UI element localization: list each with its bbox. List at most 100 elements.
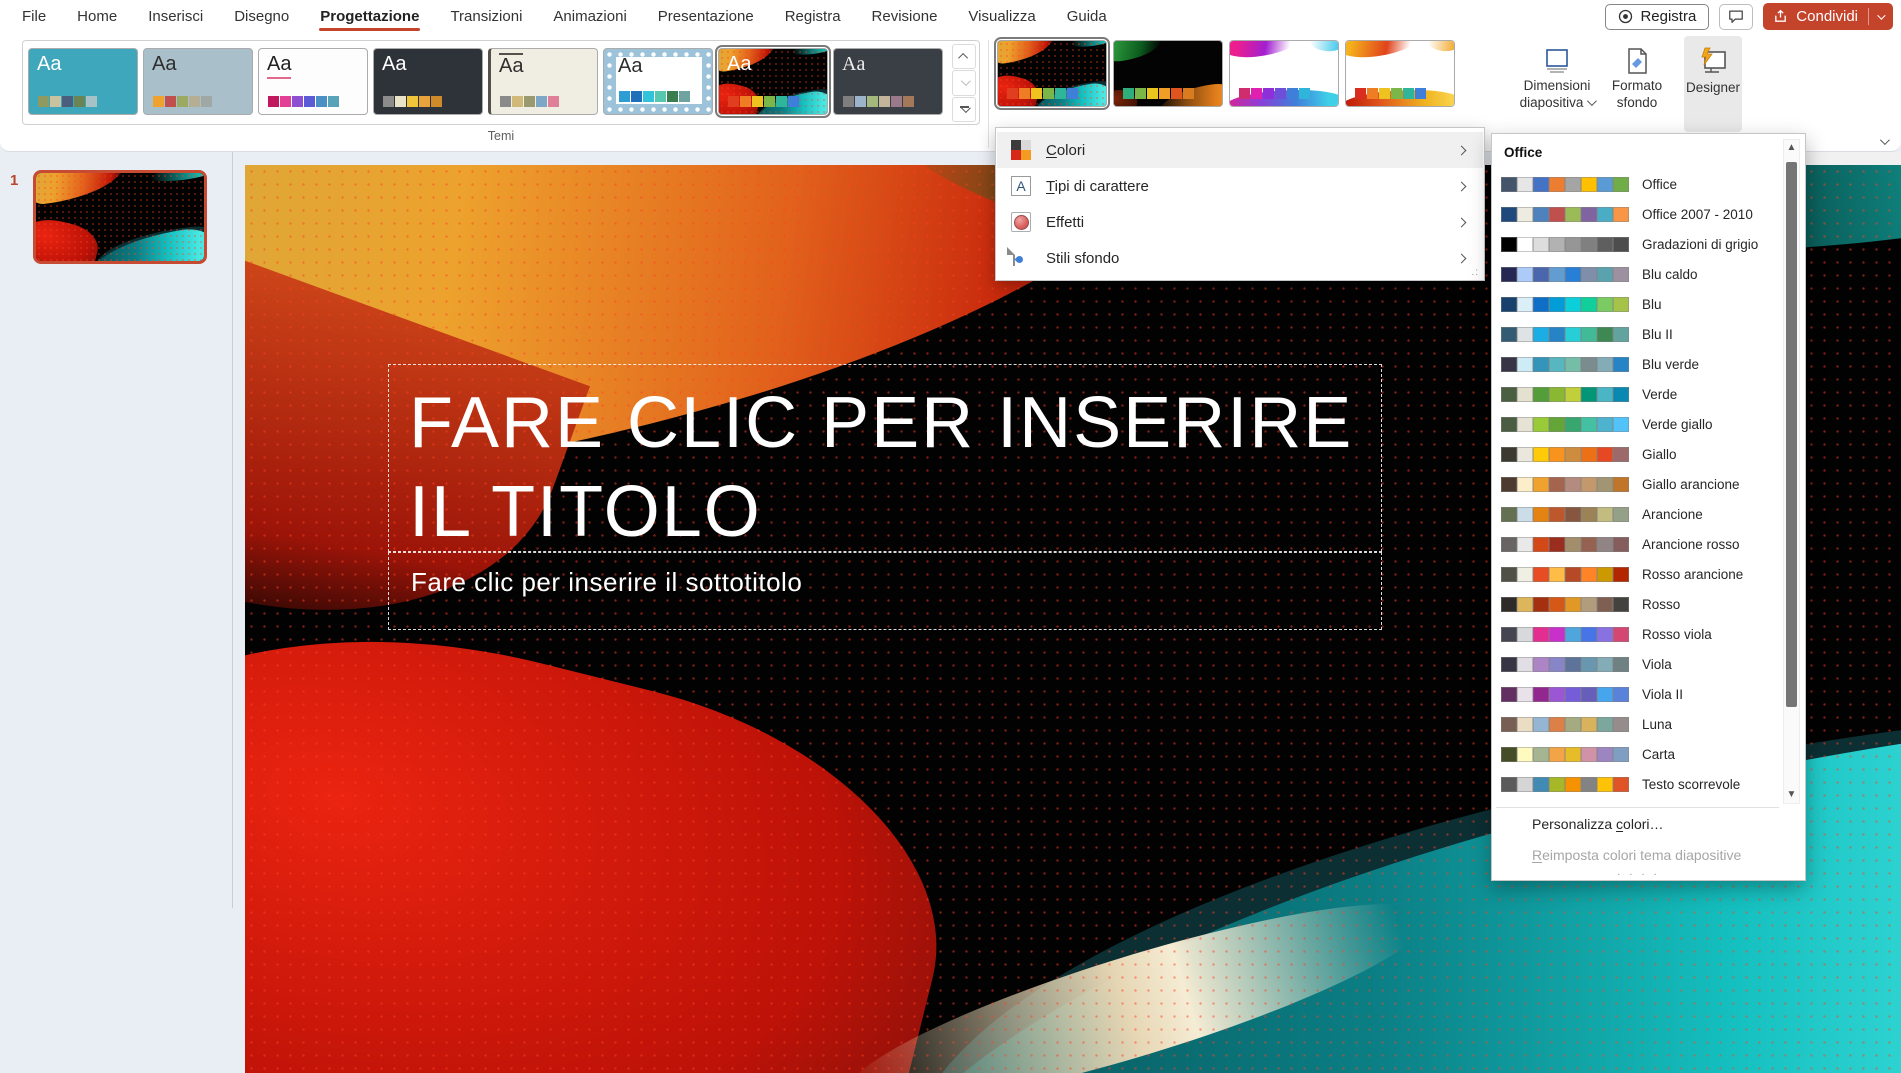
collapse-ribbon-chevron-icon[interactable] — [1880, 135, 1890, 145]
formato-sfondo-button[interactable]: Formato sfondo — [1606, 36, 1668, 132]
color-schemes-header: Office — [1504, 145, 1542, 160]
scheme-luna[interactable]: Luna — [1496, 709, 1772, 739]
tab-registra[interactable]: Registra — [784, 1, 842, 32]
variant-thumbnail-1-selected[interactable] — [997, 40, 1107, 107]
menu-bar: File Home Inserisci Disegno Progettazion… — [0, 0, 1901, 33]
condividi-button[interactable]: Condividi — [1763, 3, 1893, 30]
tab-file[interactable]: File — [21, 1, 47, 32]
themes-gallery: Aa Aa Aa Aa Aa Aa — [22, 40, 980, 125]
theme-swatches — [500, 96, 559, 107]
formato-label-1: Formato — [1612, 78, 1662, 93]
theme-aa: Aa — [499, 53, 523, 78]
title-placeholder[interactable]: FARE CLIC PER INSERIRE IL TITOLO — [388, 364, 1382, 552]
designer-button[interactable]: Designer — [1684, 36, 1742, 132]
tab-home[interactable]: Home — [76, 1, 118, 32]
theme-aa: Aa — [267, 53, 291, 79]
scheme-viola[interactable]: Viola — [1496, 649, 1772, 679]
scheme-testo-scorrevole[interactable]: Testo scorrevole — [1496, 769, 1772, 799]
theme-thumbnail-4[interactable]: Aa — [373, 48, 483, 115]
submenu-scrollbar[interactable]: ▲ ▼ — [1783, 139, 1800, 804]
dimensioni-diapositiva-button[interactable]: Dimensioni diapositiva — [1513, 36, 1601, 132]
menu-tabs: File Home Inserisci Disegno Progettazion… — [21, 0, 1108, 33]
theme-thumbnail-3[interactable]: Aa — [258, 48, 368, 115]
scheme-giallo[interactable]: Giallo — [1496, 439, 1772, 469]
tab-progettazione-active[interactable]: Progettazione — [319, 1, 420, 32]
temi-group-label: Temi — [22, 129, 980, 143]
variant-thumbnail-4[interactable] — [1345, 40, 1455, 107]
scheme-blu[interactable]: Blu — [1496, 289, 1772, 319]
scheme-rosso-arancione[interactable]: Rosso arancione — [1496, 559, 1772, 589]
slide-1-thumbnail[interactable] — [33, 170, 207, 264]
submenu-resize-handle[interactable]: . . . . — [1492, 866, 1785, 878]
scroll-down-arrow-icon[interactable]: ▼ — [1784, 787, 1799, 803]
theme-thumbnail-1[interactable]: Aa — [28, 48, 138, 115]
theme-thumbnail-6[interactable]: Aa — [603, 48, 713, 115]
record-icon — [1618, 9, 1633, 24]
theme-thumbnail-5[interactable]: Aa — [488, 48, 598, 115]
scheme-arancione-rosso[interactable]: Arancione rosso — [1496, 529, 1772, 559]
submenu-chevron-icon — [1457, 217, 1467, 227]
slide-number: 1 — [10, 172, 18, 189]
scheme-gradazioni-di-grigio[interactable]: Gradazioni di grigio — [1496, 229, 1772, 259]
registra-button[interactable]: Registra — [1605, 4, 1709, 30]
menu-item-tipi-di-carattere[interactable]: A Tipi di carattere — [997, 168, 1483, 204]
comments-button[interactable] — [1719, 4, 1753, 30]
gallery-scroll-up-button[interactable] — [952, 44, 976, 69]
personalizza-colori-item[interactable]: Personalizza colori… — [1532, 816, 1664, 832]
theme-thumbnail-7-selected[interactable]: Aa — [718, 48, 828, 115]
share-chevron-icon[interactable] — [1877, 11, 1885, 19]
design-variants-context-menu: Colori A Tipi di carattere Effetti Stili… — [995, 127, 1485, 281]
scheme-giallo-arancione[interactable]: Giallo arancione — [1496, 469, 1772, 499]
theme-aa: Aa — [37, 53, 61, 76]
menu-item-colori[interactable]: Colori — [997, 132, 1483, 168]
format-background-icon — [1623, 46, 1651, 76]
menu-item-stili-sfondo[interactable]: Stili sfondo — [997, 240, 1483, 276]
menu-resize-handle[interactable]: .: — [1471, 267, 1479, 278]
scrollbar-thumb[interactable] — [1786, 162, 1797, 707]
scheme-arancione[interactable]: Arancione — [1496, 499, 1772, 529]
designer-icon — [1697, 46, 1729, 78]
scheme-rosso-viola[interactable]: Rosso viola — [1496, 619, 1772, 649]
scheme-blu-verde[interactable]: Blu verde — [1496, 349, 1772, 379]
submenu-chevron-icon — [1457, 181, 1467, 191]
ribbon-divider — [988, 40, 989, 148]
gallery-more-button[interactable] — [952, 97, 976, 122]
variant-thumbnail-2[interactable] — [1113, 40, 1223, 107]
menu-item-effetti[interactable]: Effetti — [997, 204, 1483, 240]
scheme-verde[interactable]: Verde — [1496, 379, 1772, 409]
scheme-rosso[interactable]: Rosso — [1496, 589, 1772, 619]
menu-bar-right: Registra Condividi — [1605, 3, 1893, 30]
tab-transizioni[interactable]: Transizioni — [449, 1, 523, 32]
tab-guida[interactable]: Guida — [1066, 1, 1108, 32]
theme-thumbnail-8[interactable]: Aa — [833, 48, 943, 115]
subtitle-placeholder[interactable]: Fare clic per inserire il sottotitolo — [388, 552, 1382, 630]
chevron-up-icon — [958, 53, 968, 63]
color-schemes-submenu: Office Office Office 2007 - 2010 Gradazi… — [1491, 133, 1806, 881]
theme-aa: Aa — [382, 53, 406, 76]
theme-swatches — [383, 96, 442, 107]
scheme-verde-giallo[interactable]: Verde giallo — [1496, 409, 1772, 439]
gallery-scroll-down-button[interactable] — [952, 70, 976, 95]
theme-aa: Aa — [152, 53, 176, 76]
scheme-carta[interactable]: Carta — [1496, 739, 1772, 769]
theme-thumbnail-2[interactable]: Aa — [143, 48, 253, 115]
condividi-label: Condividi — [1796, 8, 1858, 25]
scheme-blu-caldo[interactable]: Blu caldo — [1496, 259, 1772, 289]
tab-animazioni[interactable]: Animazioni — [552, 1, 627, 32]
tab-presentazione[interactable]: Presentazione — [657, 1, 755, 32]
variant-swatches — [1239, 88, 1310, 99]
tab-revisione[interactable]: Revisione — [871, 1, 939, 32]
tab-inserisci[interactable]: Inserisci — [147, 1, 204, 32]
variant-thumbnail-3[interactable] — [1229, 40, 1339, 107]
scheme-office-2007-2010[interactable]: Office 2007 - 2010 — [1496, 199, 1772, 229]
variant-swatches — [1007, 88, 1078, 99]
scheme-viola-ii[interactable]: Viola II — [1496, 679, 1772, 709]
theme-swatches — [38, 96, 97, 107]
scheme-office[interactable]: Office — [1496, 169, 1772, 199]
variant-swatches — [1123, 88, 1194, 99]
scroll-up-arrow-icon[interactable]: ▲ — [1784, 140, 1799, 156]
tab-disegno[interactable]: Disegno — [233, 1, 290, 32]
title-line-1: FARE CLIC PER INSERIRE — [409, 379, 1381, 468]
scheme-blu-ii[interactable]: Blu II — [1496, 319, 1772, 349]
tab-visualizza[interactable]: Visualizza — [967, 1, 1036, 32]
